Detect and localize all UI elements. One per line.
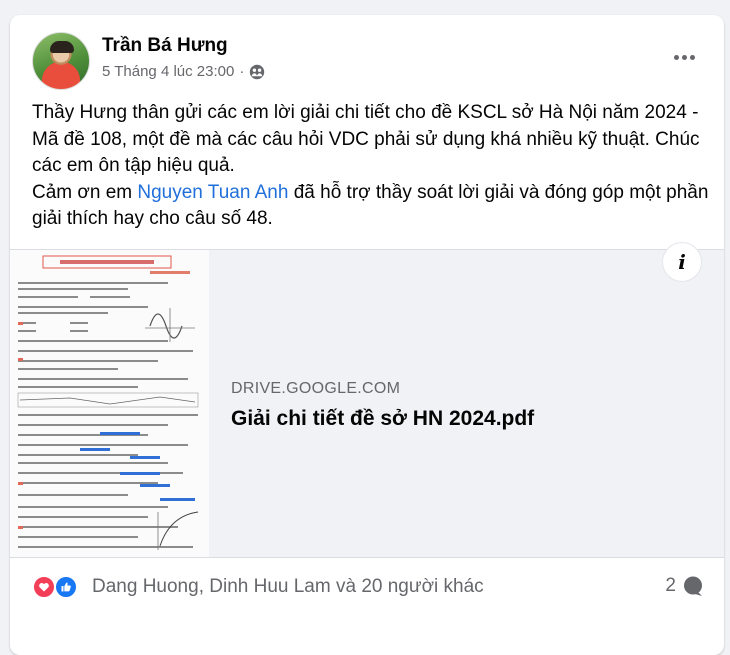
more-dot-icon — [681, 54, 687, 60]
more-dot-icon — [673, 54, 679, 60]
post-card: Trần Bá Hưng 5 Tháng 4 lúc 23:00 · Thầy … — [10, 15, 724, 655]
reactions-text: Dang Huong, Dinh Huu Lam và 20 người khá… — [92, 576, 484, 597]
like-icon — [54, 575, 78, 599]
comments-count-number: 2 — [665, 575, 676, 596]
post-meta: 5 Tháng 4 lúc 23:00 · — [102, 63, 265, 80]
link-title[interactable]: Giải chi tiết đề sở HN 2024.pdf — [231, 407, 534, 431]
link-attachment[interactable]: DRIVE.GOOGLE.COM Giải chi tiết đề sở HN … — [10, 249, 724, 558]
document-preview-image — [10, 250, 209, 557]
meta-separator: · — [239, 63, 245, 80]
pdf-thumbnail[interactable] — [10, 250, 209, 557]
reaction-icons — [32, 574, 86, 600]
love-icon — [32, 575, 56, 599]
friends-icon — [250, 64, 265, 79]
more-options-button[interactable] — [666, 45, 702, 69]
comment-bubble-icon — [684, 576, 702, 596]
post-text-paragraph-2: Cảm ơn em Nguyen Tuan Anh đã hỗ trợ thầy… — [32, 180, 712, 233]
more-dot-icon — [689, 54, 695, 60]
post-timestamp[interactable]: 5 Tháng 4 lúc 23:00 — [102, 63, 234, 80]
post-header: Trần Bá Hưng 5 Tháng 4 lúc 23:00 · — [10, 15, 724, 95]
post-text-before-mention: Cảm ơn em — [32, 181, 138, 203]
author-avatar[interactable] — [32, 32, 90, 90]
post-body: Thầy Hưng thân gửi các em lời giải chi t… — [32, 100, 712, 233]
reactions-summary[interactable]: Dang Huong, Dinh Huu Lam và 20 người khá… — [32, 573, 484, 601]
link-domain: DRIVE.GOOGLE.COM — [231, 380, 401, 397]
info-icon[interactable]: i — [662, 242, 702, 282]
post-text-paragraph-1: Thầy Hưng thân gửi các em lời giải chi t… — [32, 102, 700, 176]
author-name[interactable]: Trần Bá Hưng — [102, 35, 228, 57]
comments-count[interactable]: 2 — [665, 575, 704, 597]
mention-link[interactable]: Nguyen Tuan Anh — [137, 182, 288, 203]
info-icon-glyph: i — [678, 250, 686, 274]
